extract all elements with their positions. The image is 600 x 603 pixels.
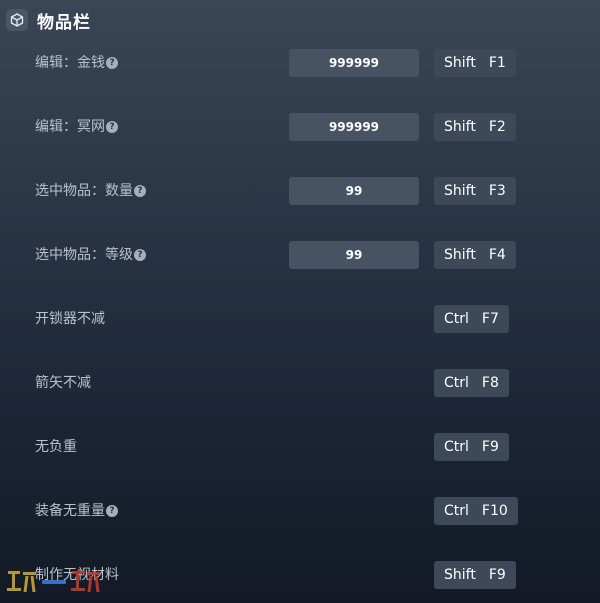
option-label: 开锁器不减 (35, 311, 105, 327)
option-label: 选中物品：数量 ? (35, 177, 146, 205)
hotkey-button[interactable]: Shift F9 (434, 561, 516, 589)
section-header: 物品栏 (6, 8, 91, 33)
option-label: 箭矢不减 (35, 375, 91, 391)
option-label: 无负重 (35, 439, 77, 455)
help-icon[interactable]: ? (106, 57, 118, 69)
option-label: 装备无重量 ? (35, 497, 118, 525)
help-icon[interactable]: ? (134, 249, 146, 261)
option-row-edit-underworld-net: 编辑：冥网 ? ShiftF2 (0, 113, 600, 141)
cube-icon (6, 9, 28, 31)
hotkey-button[interactable]: Ctrl F9 (434, 433, 509, 461)
hotkey-button[interactable]: Shift F2 (434, 113, 516, 141)
option-row-item-quantity: 选中物品：数量 ? ShiftF3 (0, 177, 600, 205)
option-row-equipment-weightless: 装备无重量 ? Ctrl F10 (0, 497, 600, 525)
option-row-no-weight-limit: 无负重 Ctrl F9 (0, 433, 600, 461)
help-icon[interactable]: ? (106, 505, 118, 517)
hotkey-button[interactable]: Ctrl F10 (434, 497, 518, 525)
hotkey-button[interactable]: Shift F4 (434, 241, 516, 269)
option-label: 选中物品：等级 ? (35, 241, 146, 269)
option-row-arrows-no-decrease: 箭矢不减 Ctrl F8 (0, 369, 600, 397)
option-row-item-level: 选中物品：等级 ? ShiftF4 (0, 241, 600, 269)
hotkey-button[interactable]: Ctrl F7 (434, 305, 509, 333)
money-value-input[interactable] (289, 49, 419, 77)
underworld-net-value-input[interactable] (289, 113, 419, 141)
option-row-lockpick-no-decrease: 开锁器不减 Ctrl F7 (0, 305, 600, 333)
hotkey-button[interactable]: Shift F3 (434, 177, 516, 205)
section-title: 物品栏 (37, 12, 91, 33)
hotkey-button[interactable]: Shift F1 (434, 49, 516, 77)
item-level-value-input[interactable] (289, 241, 419, 269)
item-quantity-value-input[interactable] (289, 177, 419, 205)
hotkey-button[interactable]: Ctrl F8 (434, 369, 509, 397)
option-row-edit-money: 编辑：金钱 ? ShiftF1 (0, 49, 600, 77)
watermark-logo-icon (7, 571, 100, 593)
option-label: 编辑：冥网 ? (35, 113, 118, 141)
help-icon[interactable]: ? (134, 185, 146, 197)
help-icon[interactable]: ? (106, 121, 118, 133)
option-label: 编辑：金钱 ? (35, 49, 118, 77)
watermark-logo (6, 566, 102, 596)
